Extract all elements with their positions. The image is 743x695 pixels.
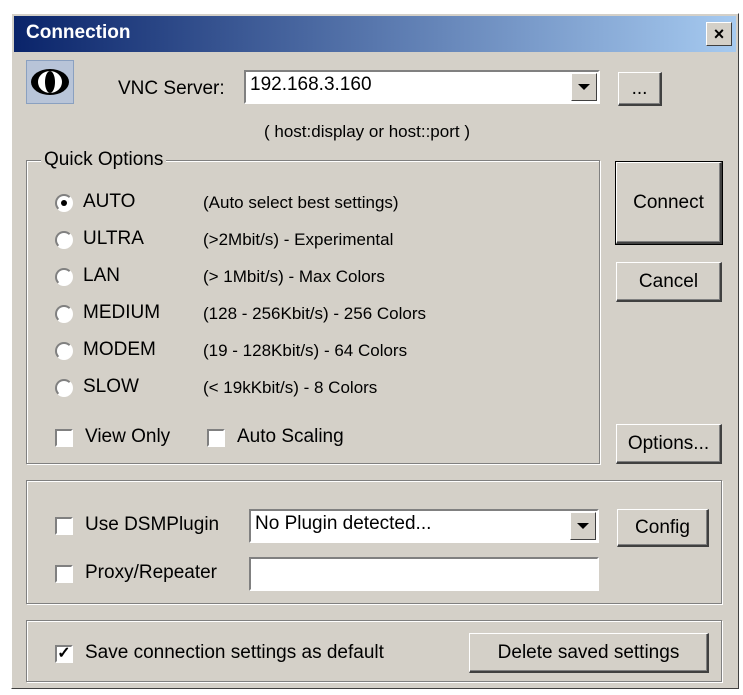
option-desc-slow: (< 19kKbit/s) - 8 Colors bbox=[203, 378, 378, 397]
chevron-down-icon bbox=[577, 523, 589, 529]
proxy-repeater-input[interactable] bbox=[249, 557, 599, 591]
option-desc-medium: (128 - 256Kbit/s) - 256 Colors bbox=[203, 304, 426, 323]
use-dsmplugin-checkbox[interactable] bbox=[55, 517, 73, 535]
option-desc-ultra: (>2Mbit/s) - Experimental bbox=[203, 230, 394, 249]
connection-dialog: Connection × VNC Server: 192.168.3.160 .… bbox=[11, 13, 739, 689]
connect-button[interactable]: Connect bbox=[615, 161, 723, 245]
server-format-hint: ( host:display or host::port ) bbox=[264, 122, 470, 141]
proxy-repeater-checkbox[interactable] bbox=[55, 565, 73, 583]
proxy-repeater-label: Proxy/Repeater bbox=[85, 562, 218, 583]
vnc-server-value: 192.168.3.160 bbox=[250, 74, 372, 95]
radio-lan[interactable] bbox=[55, 268, 73, 286]
options-button[interactable]: Options... bbox=[616, 424, 722, 464]
auto-scaling-label: Auto Scaling bbox=[237, 426, 344, 447]
option-desc-lan: (> 1Mbit/s) - Max Colors bbox=[203, 267, 385, 286]
option-name-ultra: ULTRA bbox=[83, 228, 144, 249]
quick-options-group: Quick Options AUTO (Auto select best set… bbox=[26, 149, 600, 464]
view-only-label: View Only bbox=[85, 426, 171, 447]
view-only-checkbox[interactable] bbox=[55, 429, 73, 447]
quick-options-legend: Quick Options bbox=[41, 149, 167, 171]
close-button[interactable]: × bbox=[706, 22, 732, 46]
plugin-combo[interactable]: No Plugin detected... bbox=[249, 509, 599, 543]
option-name-auto: AUTO bbox=[83, 191, 136, 212]
check-icon: ✓ bbox=[57, 645, 71, 662]
save-settings-label: Save connection settings as default bbox=[85, 642, 384, 663]
use-dsmplugin-label: Use DSMPlugin bbox=[85, 514, 220, 535]
auto-scaling-checkbox[interactable] bbox=[207, 429, 225, 447]
close-icon: × bbox=[713, 24, 725, 44]
radio-medium[interactable] bbox=[55, 305, 73, 323]
window-title: Connection bbox=[26, 22, 131, 43]
cancel-button[interactable]: Cancel bbox=[616, 262, 722, 302]
plugin-dropdown-button[interactable] bbox=[570, 512, 596, 540]
title-bar: Connection × bbox=[14, 16, 736, 52]
vnc-server-combo[interactable]: 192.168.3.160 bbox=[244, 70, 600, 104]
option-desc-modem: (19 - 128Kbit/s) - 64 Colors bbox=[203, 341, 408, 360]
radio-ultra[interactable] bbox=[55, 231, 73, 249]
option-name-modem: MODEM bbox=[83, 339, 156, 360]
option-name-lan: LAN bbox=[83, 265, 120, 286]
save-settings-checkbox[interactable]: ✓ bbox=[55, 645, 73, 663]
save-settings-group: ✓ Save connection settings as default De… bbox=[26, 620, 722, 682]
delete-saved-settings-button[interactable]: Delete saved settings bbox=[469, 633, 709, 673]
plugin-value: No Plugin detected... bbox=[255, 513, 432, 534]
chevron-down-icon bbox=[578, 84, 590, 90]
radio-slow[interactable] bbox=[55, 379, 73, 397]
option-name-slow: SLOW bbox=[83, 376, 139, 397]
radio-auto[interactable] bbox=[55, 194, 73, 212]
option-name-medium: MEDIUM bbox=[83, 302, 161, 323]
vnc-server-label: VNC Server: bbox=[118, 78, 225, 99]
vnc-eye-icon bbox=[26, 60, 74, 104]
option-desc-auto: (Auto select best settings) bbox=[203, 193, 399, 212]
config-button[interactable]: Config bbox=[617, 509, 709, 547]
browse-button[interactable]: ... bbox=[618, 72, 662, 106]
vnc-server-dropdown-button[interactable] bbox=[571, 73, 597, 101]
plugin-group: Use DSMPlugin No Plugin detected... Conf… bbox=[26, 480, 722, 604]
radio-modem[interactable] bbox=[55, 342, 73, 360]
